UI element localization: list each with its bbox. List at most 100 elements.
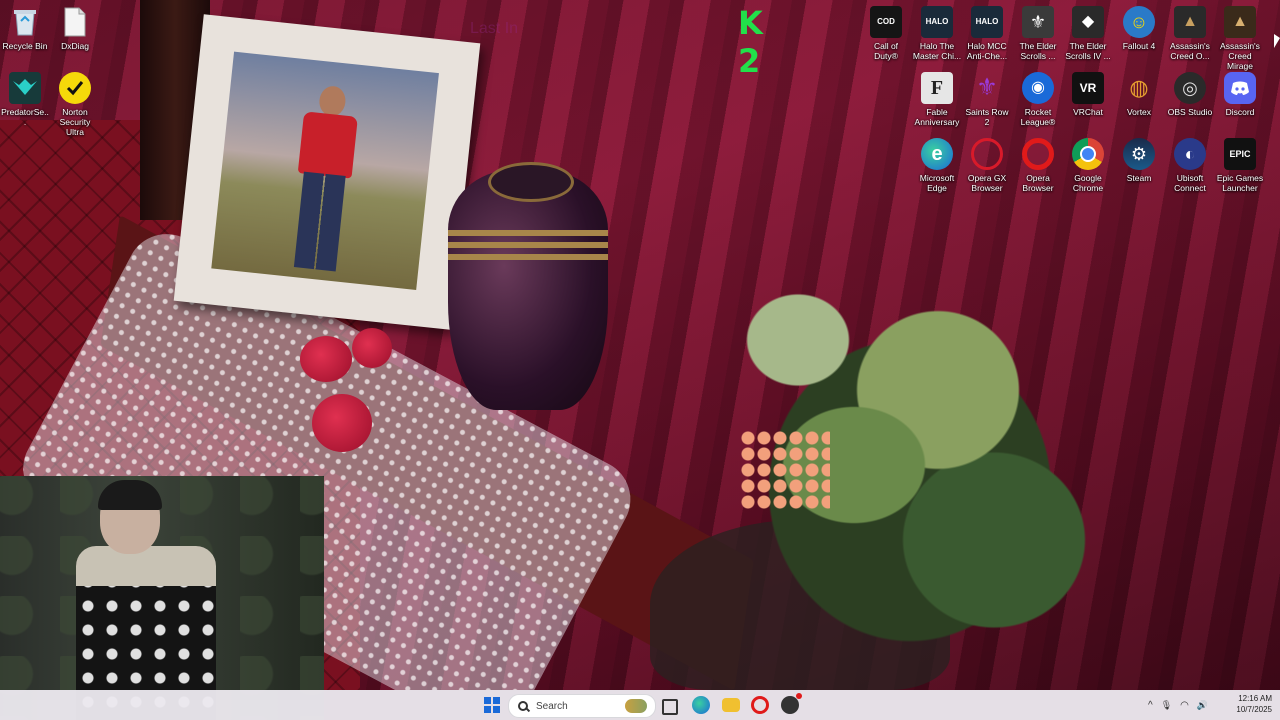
desktop-icon-ac-mirage[interactable]: ▲ Assassin's Creed Mirage: [1215, 6, 1265, 71]
webcam-overlay: [0, 476, 324, 720]
desktop-icon-vortex[interactable]: ◍ Vortex: [1114, 72, 1164, 118]
desktop-icon-label: The Elder Scrolls ...: [1019, 41, 1057, 61]
urn-band: [448, 254, 608, 260]
desktop-icon-opera-gx[interactable]: Opera GX Browser: [962, 138, 1012, 193]
taskbar-clock[interactable]: 12:16 AM 10/7/2025: [1222, 693, 1272, 715]
desktop-icon-call-of-duty[interactable]: COD Call of Duty®: [861, 6, 911, 61]
clock-time: 12:16 AM: [1238, 694, 1272, 703]
opera-taskbar-icon[interactable]: [751, 696, 769, 714]
clock-date: 10/7/2025: [1236, 705, 1272, 714]
desktop-icon-opera[interactable]: Opera Browser: [1013, 138, 1063, 193]
desktop-icon-predatorsense[interactable]: PredatorSe...: [0, 72, 50, 127]
fable-icon: F: [921, 72, 953, 104]
elder-scrolls-iv-icon: ◆: [1072, 6, 1104, 38]
document-icon: [59, 6, 91, 38]
desktop-icon-label: DxDiag: [61, 41, 89, 51]
urn-band: [448, 242, 608, 248]
desktop-icon-saints-row[interactable]: ⚜ Saints Row 2: [962, 72, 1012, 128]
system-tray: ^ 🎙 ◠ 🔊: [1148, 690, 1208, 720]
wifi-icon[interactable]: ◠: [1180, 700, 1189, 711]
urn-band: [448, 230, 608, 236]
obs-icon: ◎: [1174, 72, 1206, 104]
rose: [352, 328, 392, 368]
desktop-icon-fable[interactable]: F Fable Anniversary: [912, 72, 962, 127]
desktop-icon-halo-mcc[interactable]: HALO Halo The Master Chi...: [912, 6, 962, 61]
norton-check-icon: [59, 72, 91, 104]
desktop-icon-dxdiag[interactable]: DxDiag: [50, 6, 100, 51]
rose: [312, 394, 372, 452]
desktop-icon-label: The Elder Scrolls IV ...: [1065, 41, 1111, 61]
chrome-taskbar-icon[interactable]: [781, 693, 802, 714]
desktop-icon-label: Microsoft Edge: [919, 173, 955, 193]
tray-chevron-icon[interactable]: ^: [1148, 700, 1153, 711]
wallpaper-urn: [448, 162, 608, 410]
desktop-icon-fallout4[interactable]: ☺ Fallout 4: [1114, 6, 1164, 51]
desktop-icon-ac-odyssey[interactable]: ▲ Assassin's Creed O...: [1165, 6, 1215, 61]
desktop-icon-label: Assassin's Creed Mirage: [1220, 41, 1260, 71]
desktop-icon-label: Opera Browser: [1022, 173, 1054, 193]
desktop-icon-label: Vortex: [1126, 107, 1152, 117]
desktop-icon-skyrim[interactable]: ⚜ The Elder Scrolls ...: [1013, 6, 1063, 61]
desktop-icon-label: PredatorSe...: [1, 107, 49, 127]
desktop-icon-label: Halo MCC Anti-Che...: [966, 41, 1008, 61]
desktop-icon-label: Steam: [1126, 173, 1152, 183]
desktop-icon-ubisoft[interactable]: ◐ Ubisoft Connect: [1165, 138, 1215, 193]
desktop-icon-label: Opera GX Browser: [967, 173, 1007, 193]
epic-games-icon: EPIC: [1224, 138, 1256, 170]
call-of-duty-icon: COD: [870, 6, 902, 38]
desktop-icon-label: Epic Games Launcher: [1216, 173, 1264, 193]
file-explorer-icon[interactable]: [722, 698, 740, 712]
volume-icon[interactable]: 🔊: [1197, 700, 1208, 711]
desktop-icon-oblivion[interactable]: ◆ The Elder Scrolls IV ...: [1063, 6, 1113, 61]
desktop-icon-label: Assassin's Creed O...: [1170, 41, 1210, 61]
search-icon: [518, 701, 528, 711]
desktop-icon-label: VRChat: [1073, 107, 1103, 117]
desktop-icon-norton[interactable]: Norton Security Ultra: [50, 72, 100, 137]
taskbar-search-box[interactable]: Search: [508, 694, 656, 718]
steam-icon: ⚙: [1123, 138, 1155, 170]
desktop-icon-label: Ubisoft Connect: [1174, 173, 1206, 193]
desktop-icon-label: Saints Row 2: [965, 107, 1009, 127]
recycle-bin-icon: [9, 6, 41, 38]
opera-gx-icon: [971, 138, 1003, 170]
desktop-icon-label: Recycle Bin: [2, 41, 48, 51]
fleur-de-lis-icon: ⚜: [976, 74, 998, 101]
chrome-icon: [1072, 138, 1104, 170]
microphone-icon[interactable]: 🎙: [1161, 700, 1172, 711]
discord-icon: [1224, 72, 1256, 104]
desktop-icon-steam[interactable]: ⚙ Steam: [1114, 138, 1164, 183]
desktop-icon-label: Fable Anniversary: [914, 107, 960, 127]
taskbar: Search ^ 🎙 ◠ 🔊 12:16 AM 10/7/2025: [0, 690, 1280, 720]
desktop-icon-recycle-bin[interactable]: Recycle Bin: [0, 6, 50, 51]
edge-taskbar-icon[interactable]: [692, 696, 710, 714]
desktop-icon-halo-mcc-anticheat[interactable]: HALO Halo MCC Anti-Che...: [962, 6, 1012, 61]
desktop-icon-label: Discord: [1225, 107, 1255, 117]
desktop-icon-label: Google Chrome: [1072, 173, 1104, 193]
desktop-icon-discord[interactable]: Discord: [1215, 72, 1265, 117]
desktop-icon-obs[interactable]: ◎ OBS Studio: [1165, 72, 1215, 117]
wallpaper-photo: [211, 51, 439, 290]
mouse-cursor-icon: [1274, 34, 1280, 48]
desktop-icon-vrchat[interactable]: VR VRChat: [1063, 72, 1113, 117]
start-button[interactable]: [484, 697, 500, 713]
desktop-icon-edge[interactable]: e Microsoft Edge: [912, 138, 962, 193]
desktop-icon-label: OBS Studio: [1167, 107, 1213, 117]
rose: [300, 336, 352, 382]
desktop-icon-rocket-league[interactable]: ◉ Rocket League®: [1013, 72, 1063, 127]
task-view-icon[interactable]: [662, 699, 678, 715]
desktop-icon-chrome[interactable]: Google Chrome: [1063, 138, 1113, 193]
predator-icon: [9, 72, 41, 104]
opera-icon: [1022, 138, 1054, 170]
wallpaper-plant: [630, 190, 1190, 690]
wallpaper-flowers: [740, 430, 830, 510]
ghost-overlay-text: Last In: [470, 20, 519, 37]
desktop-icon-epic[interactable]: EPIC Epic Games Launcher: [1215, 138, 1265, 193]
vault-boy-icon: ☺: [1123, 6, 1155, 38]
k2-logo: K 2: [738, 4, 765, 80]
search-placeholder: Search: [536, 700, 568, 712]
assassins-creed-icon: ▲: [1174, 6, 1206, 38]
rocket-league-icon: ◉: [1022, 72, 1054, 104]
halo-icon: HALO: [971, 6, 1003, 38]
desktop-icon-label: Halo The Master Chi...: [912, 41, 962, 61]
elder-scrolls-icon: ⚜: [1022, 6, 1054, 38]
